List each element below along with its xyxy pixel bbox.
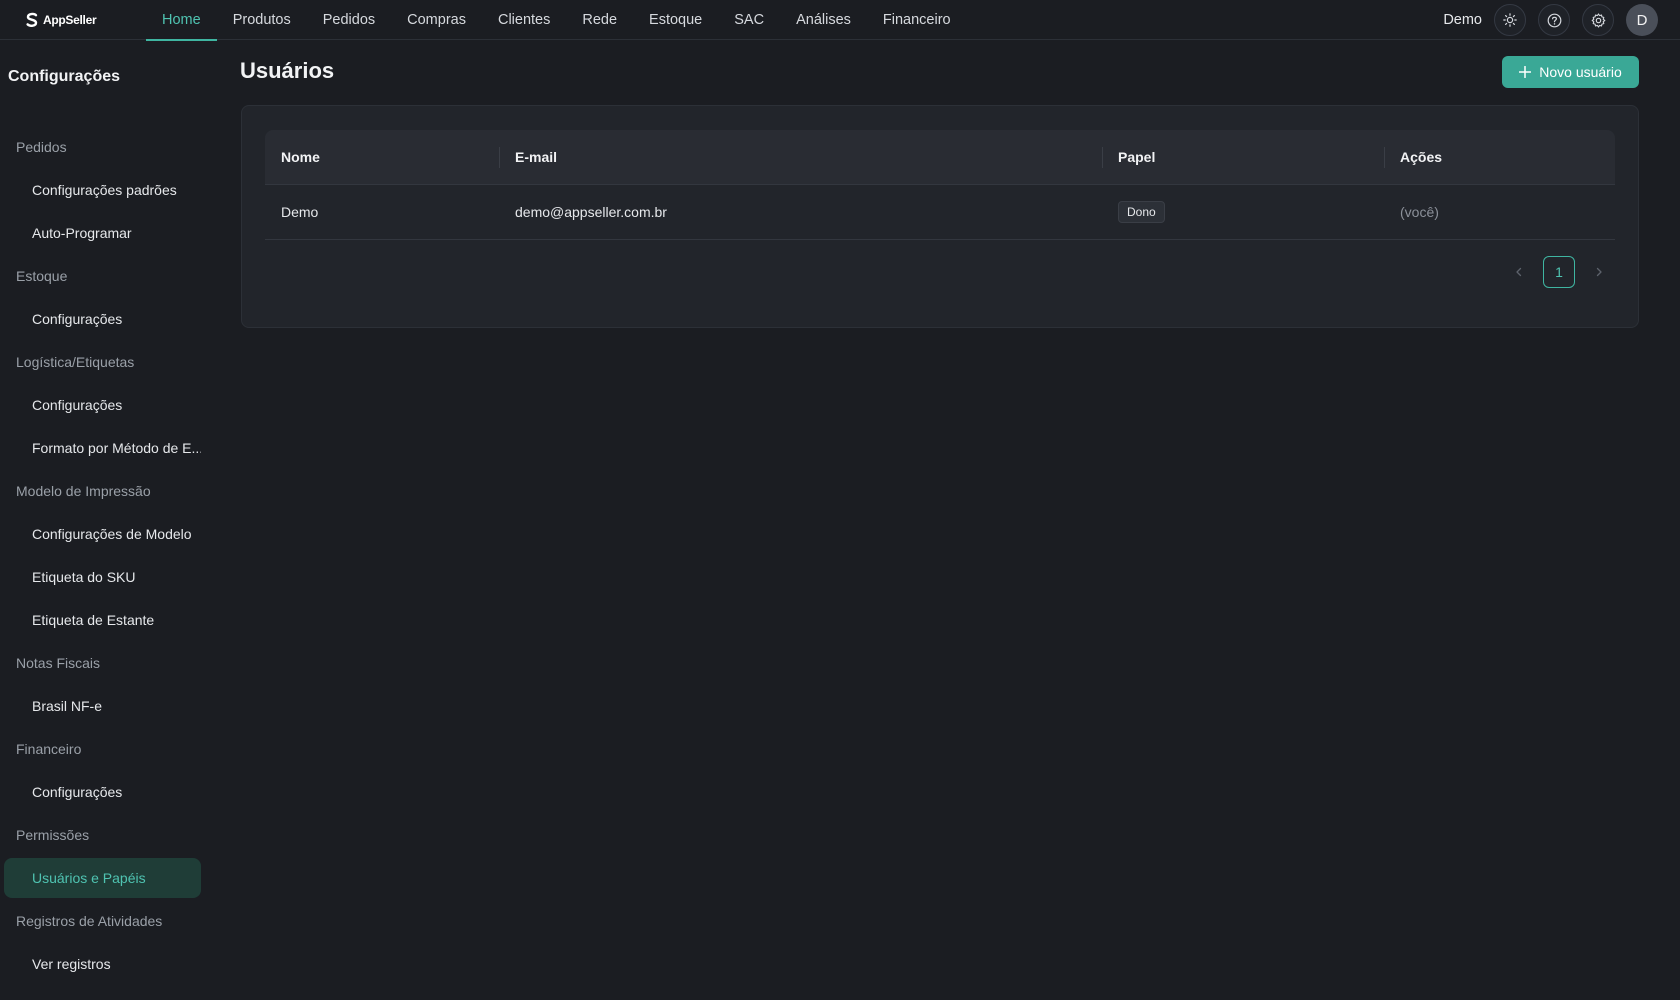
user-name[interactable]: Demo	[1443, 12, 1482, 28]
sun-icon	[1503, 13, 1517, 27]
page-title: Usuários	[240, 58, 335, 83]
column-header-papel[interactable]: Papel	[1102, 130, 1384, 185]
prev-page-button[interactable]	[1503, 256, 1535, 288]
sidebar-group-notas-fiscais: Notas Fiscais	[16, 655, 101, 671]
sidebar-item-configuracoes-modelo[interactable]: Configurações de Modelo	[4, 513, 201, 556]
role-badge: Dono	[1118, 201, 1165, 223]
sidebar-item-formato-metodo[interactable]: Formato por Método de E...	[4, 427, 201, 470]
nav-item-compras[interactable]: Compras	[391, 0, 482, 40]
avatar[interactable]: D	[1626, 4, 1658, 36]
cell-email: demo@appseller.com.br	[515, 204, 667, 220]
help-button[interactable]	[1538, 4, 1570, 36]
users-card: Nome E-mail Papel Ações Demo demo@appsel…	[241, 105, 1639, 328]
sidebar-item-auto-programar[interactable]: Auto-Programar	[4, 212, 201, 255]
sidebar-item-financeiro-configuracoes[interactable]: Configurações	[4, 771, 201, 814]
sidebar-item-etiqueta-estante[interactable]: Etiqueta de Estante	[4, 599, 201, 642]
main-nav: Home Produtos Pedidos Compras Clientes R…	[146, 0, 967, 41]
sidebar-item-etiqueta-sku[interactable]: Etiqueta do SKU	[4, 556, 201, 599]
top-navbar: AppSeller Home Produtos Pedidos Compras …	[0, 0, 1680, 41]
settings-sidebar: Configurações Pedidos Configurações padr…	[0, 40, 221, 1000]
logo-icon	[26, 12, 38, 27]
settings-button[interactable]	[1582, 4, 1614, 36]
gear-icon	[1591, 12, 1605, 28]
sidebar-group-registros: Registros de Atividades	[16, 913, 163, 929]
theme-toggle-button[interactable]	[1494, 4, 1526, 36]
nav-item-produtos[interactable]: Produtos	[217, 0, 307, 40]
chevron-left-icon	[1516, 267, 1522, 277]
nav-item-analises[interactable]: Análises	[780, 0, 867, 40]
column-header-email[interactable]: E-mail	[499, 130, 1102, 185]
users-table: Nome E-mail Papel Ações Demo demo@appsel…	[265, 130, 1615, 240]
sidebar-group-financeiro: Financeiro	[16, 741, 82, 757]
sidebar-item-brasil-nfe[interactable]: Brasil NF-e	[4, 685, 201, 728]
sidebar-title: Configurações	[8, 68, 121, 85]
sidebar-group-permissoes: Permissões	[16, 827, 90, 843]
column-header-acoes: Ações	[1384, 130, 1615, 185]
sidebar-item-estoque-configuracoes[interactable]: Configurações	[4, 298, 201, 341]
next-page-button[interactable]	[1583, 256, 1615, 288]
new-user-button[interactable]: Novo usuário	[1502, 56, 1639, 88]
sidebar-group-pedidos: Pedidos	[16, 139, 67, 155]
sidebar-item-ver-registros[interactable]: Ver registros	[4, 943, 201, 986]
column-header-nome[interactable]: Nome	[265, 130, 499, 185]
sidebar-item-configuracoes-padroes[interactable]: Configurações padrões	[4, 169, 201, 212]
sidebar-group-estoque: Estoque	[16, 268, 68, 284]
table-row[interactable]: Demo demo@appseller.com.br Dono (você)	[265, 185, 1615, 240]
nav-item-financeiro[interactable]: Financeiro	[867, 0, 967, 40]
nav-item-clientes[interactable]: Clientes	[482, 0, 566, 40]
nav-item-pedidos[interactable]: Pedidos	[307, 0, 391, 40]
chevron-right-icon	[1596, 267, 1602, 277]
sidebar-item-usuarios-papeis[interactable]: Usuários e Papéis	[4, 858, 201, 898]
table-header: Nome E-mail Papel Ações	[265, 130, 1615, 185]
nav-item-estoque[interactable]: Estoque	[633, 0, 718, 40]
new-user-button-label: Novo usuário	[1539, 64, 1622, 80]
sidebar-group-modelo-impressao: Modelo de Impressão	[16, 483, 151, 499]
cell-actions: (você)	[1400, 204, 1439, 220]
nav-item-sac[interactable]: SAC	[718, 0, 780, 40]
help-icon	[1547, 13, 1561, 27]
header-actions: Demo D	[1443, 0, 1658, 40]
plus-icon	[1519, 66, 1532, 78]
cell-name: Demo	[281, 204, 319, 220]
pagination: 1	[1503, 256, 1615, 288]
nav-item-rede[interactable]: Rede	[566, 0, 633, 40]
app-logo[interactable]: AppSeller	[24, 0, 122, 40]
logo-text: AppSeller	[43, 12, 97, 27]
cell-role: Dono	[1102, 201, 1384, 223]
sidebar-group-logistica: Logística/Etiquetas	[16, 354, 135, 370]
nav-item-home[interactable]: Home	[146, 0, 217, 41]
page-number-button[interactable]: 1	[1543, 256, 1575, 288]
sidebar-item-logistica-configuracoes[interactable]: Configurações	[4, 384, 201, 427]
